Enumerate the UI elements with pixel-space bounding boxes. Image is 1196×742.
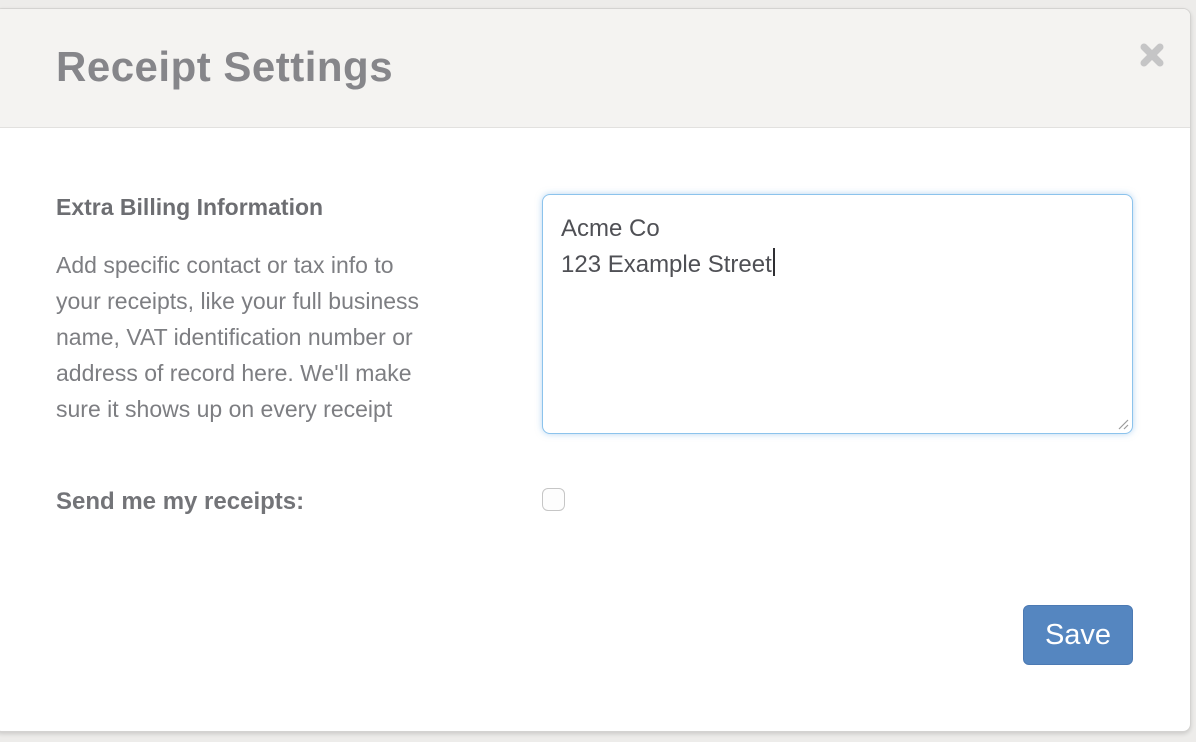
modal-footer: Save (56, 605, 1133, 665)
billing-info-row: Extra Billing Information Add specific c… (56, 194, 1133, 434)
modal-body: Extra Billing Information Add specific c… (0, 128, 1190, 665)
billing-info-input-column: Acme Co 123 Example Street (542, 194, 1133, 434)
receipt-settings-modal: Receipt Settings Extra Billing Informati… (0, 8, 1191, 732)
send-receipts-label-column: Send me my receipts: (56, 488, 542, 516)
billing-info-heading: Extra Billing Information (56, 194, 526, 221)
billing-info-description: Add specific contact or tax info to your… (56, 247, 526, 427)
resize-handle-icon[interactable] (1115, 416, 1129, 430)
send-receipts-label: Send me my receipts: (56, 488, 304, 515)
close-icon (1137, 40, 1167, 70)
send-receipts-row: Send me my receipts: (56, 488, 1133, 516)
billing-info-text-column: Extra Billing Information Add specific c… (56, 194, 542, 427)
modal-header: Receipt Settings (0, 9, 1190, 128)
close-button[interactable] (1132, 35, 1172, 75)
textarea-value: Acme Co 123 Example Street (561, 215, 772, 278)
extra-billing-textarea[interactable]: Acme Co 123 Example Street (542, 194, 1133, 434)
send-receipts-input-column (542, 488, 1133, 511)
text-cursor (773, 248, 775, 276)
save-button[interactable]: Save (1023, 605, 1133, 665)
send-receipts-checkbox[interactable] (542, 488, 565, 511)
modal-title: Receipt Settings (56, 43, 1190, 91)
